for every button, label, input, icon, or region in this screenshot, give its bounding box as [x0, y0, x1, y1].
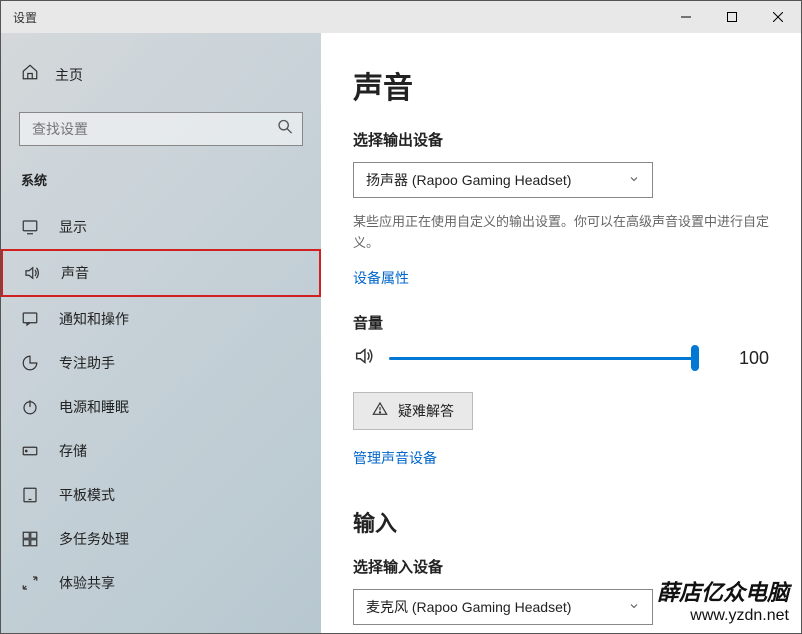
search-box[interactable] [19, 112, 303, 146]
sidebar-item-label: 专注助手 [59, 353, 115, 373]
sidebar-item-label: 多任务处理 [59, 529, 129, 549]
sidebar-item-sound[interactable]: 声音 [1, 249, 321, 297]
slider-track [389, 357, 699, 360]
sidebar-item-label: 存储 [59, 441, 87, 461]
sidebar: 主页 系统 显示 声音 通知和操作 专注助手 电源和睡眠 存储 [1, 33, 321, 633]
slider-thumb[interactable] [691, 345, 699, 371]
chevron-down-icon [628, 599, 640, 615]
home-label: 主页 [55, 65, 83, 85]
window-controls [663, 1, 801, 33]
device-properties-link[interactable]: 设备属性 [353, 268, 409, 288]
sidebar-item-label: 显示 [59, 217, 87, 237]
output-hint: 某些应用正在使用自定义的输出设置。你可以在高级声音设置中进行自定义。 [353, 212, 769, 254]
sidebar-item-label: 体验共享 [59, 573, 115, 593]
sidebar-item-focus[interactable]: 专注助手 [1, 341, 321, 385]
output-label: 选择输出设备 [353, 129, 769, 150]
input-label: 选择输入设备 [353, 556, 769, 577]
volume-label: 音量 [353, 312, 769, 333]
troubleshoot-button[interactable]: 疑难解答 [353, 392, 473, 430]
output-device-select[interactable]: 扬声器 (Rapoo Gaming Headset) [353, 162, 653, 198]
sidebar-item-multitask[interactable]: 多任务处理 [1, 517, 321, 561]
input-device-value: 麦克风 (Rapoo Gaming Headset) [366, 597, 571, 617]
focus-icon [21, 354, 39, 372]
sidebar-item-share[interactable]: 体验共享 [1, 561, 321, 605]
chevron-down-icon [628, 172, 640, 188]
warning-icon [372, 401, 388, 420]
power-icon [21, 398, 39, 416]
main-content: 声音 选择输出设备 扬声器 (Rapoo Gaming Headset) 某些应… [321, 33, 801, 633]
volume-slider[interactable] [389, 348, 699, 368]
share-icon [21, 574, 39, 592]
tablet-icon [21, 486, 39, 504]
search-input[interactable] [19, 112, 303, 146]
volume-value: 100 [739, 348, 769, 369]
sidebar-item-storage[interactable]: 存储 [1, 429, 321, 473]
sidebar-section-title: 系统 [1, 170, 321, 205]
sidebar-item-tablet[interactable]: 平板模式 [1, 473, 321, 517]
maximize-button[interactable] [709, 1, 755, 33]
volume-icon[interactable] [353, 345, 375, 372]
sidebar-item-label: 电源和睡眠 [59, 397, 129, 417]
sidebar-item-notifications[interactable]: 通知和操作 [1, 297, 321, 341]
home-button[interactable]: 主页 [1, 53, 321, 96]
sidebar-item-display[interactable]: 显示 [1, 205, 321, 249]
input-heading: 输入 [353, 506, 769, 538]
close-button[interactable] [755, 1, 801, 33]
volume-row: 100 [353, 345, 769, 372]
sidebar-item-label: 平板模式 [59, 485, 115, 505]
home-icon [21, 63, 39, 86]
sidebar-item-label: 通知和操作 [59, 309, 129, 329]
input-device-select[interactable]: 麦克风 (Rapoo Gaming Headset) [353, 589, 653, 625]
sound-icon [23, 264, 41, 282]
manage-devices-link[interactable]: 管理声音设备 [353, 448, 437, 468]
sidebar-item-power[interactable]: 电源和睡眠 [1, 385, 321, 429]
notifications-icon [21, 310, 39, 328]
page-title: 声音 [353, 63, 769, 107]
storage-icon [21, 442, 39, 460]
multitask-icon [21, 530, 39, 548]
window-title: 设置 [13, 9, 37, 26]
minimize-button[interactable] [663, 1, 709, 33]
sidebar-item-label: 声音 [61, 263, 89, 283]
display-icon [21, 218, 39, 236]
troubleshoot-label: 疑难解答 [398, 401, 454, 421]
output-device-value: 扬声器 (Rapoo Gaming Headset) [366, 170, 571, 190]
titlebar: 设置 [1, 1, 801, 33]
search-icon [277, 119, 293, 140]
